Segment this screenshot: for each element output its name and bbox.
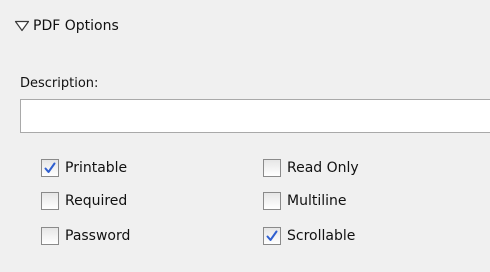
password-checkbox[interactable] — [41, 227, 59, 245]
password-checkbox-row[interactable]: Password — [41, 225, 130, 247]
printable-checkbox[interactable] — [41, 159, 59, 177]
scrollable-label: Scrollable — [287, 228, 356, 244]
checkmark-icon — [44, 162, 56, 173]
checkmark-icon — [266, 230, 278, 241]
triangle-down-icon[interactable] — [14, 20, 30, 32]
multiline-checkbox[interactable] — [263, 192, 281, 210]
password-label: Password — [65, 228, 131, 244]
multiline-checkbox-row[interactable]: Multiline — [263, 190, 347, 212]
pdf-options-toggle[interactable]: PDF Options — [14, 16, 119, 36]
read-only-checkbox[interactable] — [263, 159, 281, 177]
required-checkbox-row[interactable]: Required — [41, 190, 127, 212]
required-checkbox[interactable] — [41, 192, 59, 210]
multiline-label: Multiline — [287, 193, 347, 209]
scrollable-checkbox[interactable] — [263, 227, 281, 245]
section-title: PDF Options — [33, 18, 119, 34]
printable-label: Printable — [65, 160, 128, 176]
description-label: Description: — [20, 76, 99, 91]
description-input[interactable] — [20, 99, 490, 133]
scrollable-checkbox-row[interactable]: Scrollable — [263, 225, 355, 247]
read-only-label: Read Only — [287, 160, 359, 176]
read-only-checkbox-row[interactable]: Read Only — [263, 157, 359, 179]
printable-checkbox-row[interactable]: Printable — [41, 157, 127, 179]
required-label: Required — [65, 193, 128, 209]
pdf-options-panel: PDF Options Description: Printable Requi… — [0, 0, 490, 272]
